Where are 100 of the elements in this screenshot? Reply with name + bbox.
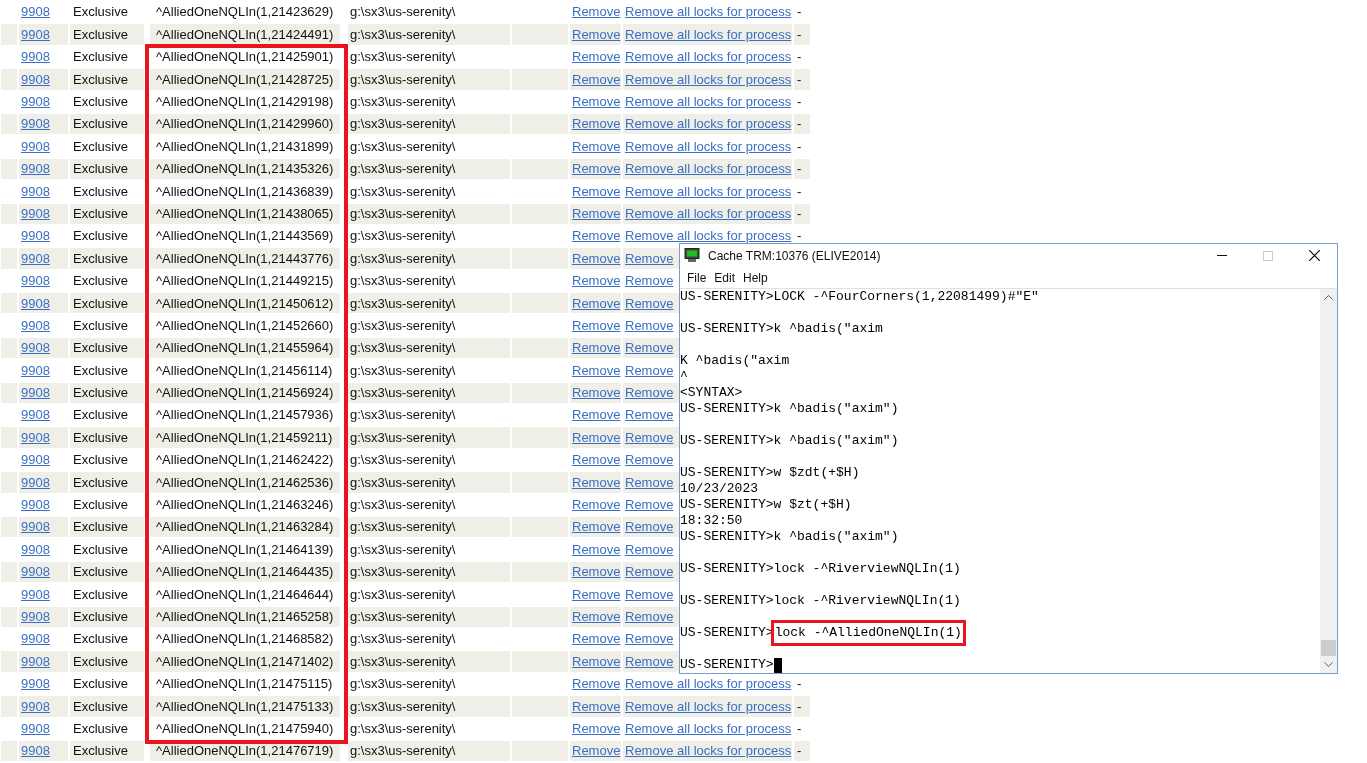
process-link[interactable]: 9908 bbox=[21, 226, 50, 246]
remove-all-link[interactable]: Remove all locks for process bbox=[625, 69, 792, 90]
remove-link[interactable]: Remove bbox=[572, 427, 621, 448]
remove-link[interactable]: Remove bbox=[572, 718, 621, 739]
table-cell: g:\sx3\us-serenity\ bbox=[348, 472, 510, 493]
process-link[interactable]: 9908 bbox=[21, 405, 50, 425]
remove-all-link[interactable]: Remove bbox=[625, 629, 674, 649]
table-cell: Exclusive bbox=[70, 472, 144, 493]
remove-all-link[interactable]: Remove bbox=[625, 360, 674, 381]
remove-all-link[interactable]: Remove all locks for process bbox=[625, 92, 792, 112]
remove-all-link[interactable]: Remove all locks for process bbox=[625, 741, 792, 761]
remove-link[interactable]: Remove bbox=[572, 136, 621, 157]
table-cell: ^AlliedOneNQLIn(1,21456924) bbox=[150, 382, 340, 404]
remove-link[interactable]: Remove bbox=[572, 69, 621, 90]
remove-link[interactable]: Remove bbox=[572, 539, 621, 560]
scrollbar[interactable] bbox=[1320, 289, 1337, 673]
remove-link[interactable]: Remove bbox=[572, 271, 621, 291]
process-link[interactable]: 9908 bbox=[21, 495, 50, 515]
remove-link[interactable]: Remove bbox=[572, 2, 621, 22]
remove-all-link[interactable]: Remove all locks for process bbox=[625, 718, 792, 739]
menu-item[interactable]: Help bbox=[739, 268, 772, 287]
process-link[interactable]: 9908 bbox=[21, 92, 50, 112]
process-link[interactable]: 9908 bbox=[21, 629, 50, 649]
process-link[interactable]: 9908 bbox=[21, 584, 50, 605]
remove-all-link[interactable]: Remove bbox=[625, 315, 674, 336]
remove-all-link[interactable]: Remove bbox=[625, 405, 674, 425]
remove-link[interactable]: Remove bbox=[572, 472, 621, 493]
process-link[interactable]: 9908 bbox=[21, 450, 50, 470]
empty-cell bbox=[512, 382, 568, 404]
remove-link[interactable]: Remove bbox=[572, 181, 621, 202]
remove-all-link[interactable]: Remove all locks for process bbox=[625, 181, 792, 202]
remove-link[interactable]: Remove bbox=[572, 584, 621, 605]
remove-all-link[interactable]: Remove bbox=[625, 271, 674, 291]
empty-cell bbox=[1, 382, 17, 404]
scroll-thumb[interactable] bbox=[1321, 640, 1336, 656]
remove-link[interactable]: Remove bbox=[572, 674, 621, 694]
process-link[interactable]: 9908 bbox=[21, 360, 50, 381]
remove-link[interactable]: Remove bbox=[572, 338, 621, 358]
remove-link[interactable]: Remove bbox=[572, 450, 621, 470]
table-cell-text: - bbox=[797, 160, 802, 179]
process-link[interactable]: 9908 bbox=[21, 315, 50, 336]
remove-all-link[interactable]: Remove all locks for process bbox=[625, 136, 792, 157]
remove-link[interactable]: Remove bbox=[572, 517, 621, 537]
process-link[interactable]: 9908 bbox=[21, 718, 50, 739]
remove-link[interactable]: Remove bbox=[572, 114, 621, 134]
remove-link[interactable]: Remove bbox=[572, 495, 621, 515]
remove-all-link[interactable]: Remove bbox=[625, 472, 674, 493]
remove-all-link[interactable]: Remove all locks for process bbox=[625, 2, 792, 22]
remove-all-link[interactable]: Remove bbox=[625, 248, 674, 269]
table-cell: Exclusive bbox=[70, 337, 144, 359]
table-cell-text: - bbox=[797, 48, 802, 67]
remove-all-link[interactable]: Remove all locks for process bbox=[625, 696, 792, 717]
table-cell: g:\sx3\us-serenity\ bbox=[348, 69, 510, 90]
process-link[interactable]: 9908 bbox=[21, 136, 50, 157]
remove-all-link[interactable]: Remove all locks for process bbox=[625, 159, 792, 179]
remove-all-link[interactable]: Remove bbox=[625, 450, 674, 470]
remove-link[interactable]: Remove bbox=[572, 360, 621, 381]
remove-link[interactable]: Remove bbox=[572, 293, 621, 313]
remove-link[interactable]: Remove bbox=[572, 651, 621, 672]
remove-link[interactable]: Remove bbox=[572, 315, 621, 336]
remove-link[interactable]: Remove bbox=[572, 226, 621, 246]
remove-link[interactable]: Remove bbox=[572, 159, 621, 179]
process-link[interactable]: 9908 bbox=[21, 539, 50, 560]
remove-all-link[interactable]: Remove all locks for process bbox=[625, 24, 792, 45]
remove-all-link[interactable]: Remove bbox=[625, 427, 674, 448]
remove-all-link[interactable]: Remove all locks for process bbox=[625, 674, 792, 694]
remove-link[interactable]: Remove bbox=[572, 629, 621, 649]
remove-all-link[interactable]: Remove bbox=[625, 651, 674, 672]
remove-link[interactable]: Remove bbox=[572, 203, 621, 224]
remove-all-link[interactable]: Remove bbox=[625, 539, 674, 560]
remove-link[interactable]: Remove bbox=[572, 607, 621, 627]
process-link[interactable]: 9908 bbox=[21, 2, 50, 22]
remove-all-link[interactable]: Remove all locks for process bbox=[625, 47, 792, 67]
remove-all-link[interactable]: Remove all locks for process bbox=[625, 203, 792, 224]
remove-link[interactable]: Remove bbox=[572, 24, 621, 45]
table-cell: g:\sx3\us-serenity\ bbox=[348, 517, 510, 538]
process-link[interactable]: 9908 bbox=[21, 674, 50, 694]
remove-link[interactable]: Remove bbox=[572, 405, 621, 425]
remove-all-link[interactable]: Remove all locks for process bbox=[625, 226, 792, 246]
remove-all-link[interactable]: Remove bbox=[625, 495, 674, 515]
remove-link[interactable]: Remove bbox=[572, 562, 621, 582]
process-link[interactable]: 9908 bbox=[21, 271, 50, 291]
remove-all-link[interactable]: Remove bbox=[625, 584, 674, 605]
terminal-icon bbox=[684, 248, 700, 263]
empty-cell bbox=[1, 651, 17, 672]
remove-link[interactable]: Remove bbox=[572, 383, 621, 403]
remove-all-link[interactable]: Remove all locks for process bbox=[625, 114, 792, 134]
remove-link[interactable]: Remove bbox=[572, 92, 621, 112]
process-link[interactable]: 9908 bbox=[21, 47, 50, 67]
table-cell: g:\sx3\us-serenity\ bbox=[348, 606, 510, 627]
remove-link[interactable]: Remove bbox=[572, 47, 621, 67]
table-cell: g:\sx3\us-serenity\ bbox=[348, 740, 510, 762]
empty-cell bbox=[1, 158, 17, 180]
remove-link[interactable]: Remove bbox=[572, 248, 621, 269]
remove-link[interactable]: Remove bbox=[572, 696, 621, 717]
menu-item[interactable]: Edit bbox=[710, 268, 740, 287]
remove-link[interactable]: Remove bbox=[572, 741, 621, 761]
process-link[interactable]: 9908 bbox=[21, 181, 50, 202]
menu-item[interactable]: File bbox=[683, 268, 711, 287]
remove-all-link[interactable]: Remove bbox=[625, 383, 674, 403]
